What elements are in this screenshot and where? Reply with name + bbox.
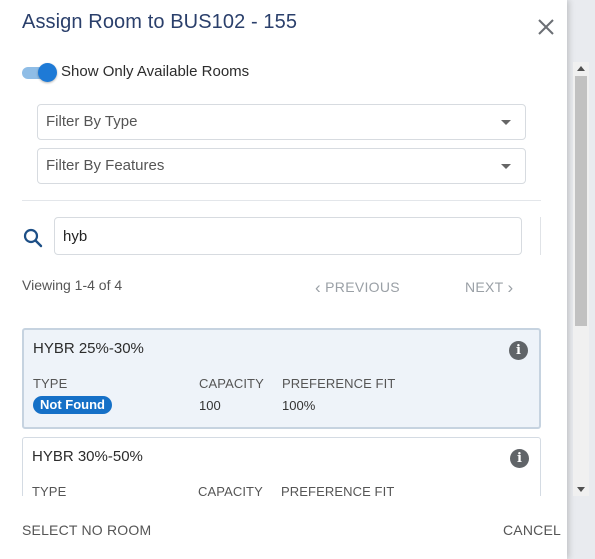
chevron-down-icon	[501, 120, 511, 125]
next-label: NEXT	[465, 279, 504, 295]
capacity-value: 100	[199, 398, 221, 413]
capacity-label: CAPACITY	[198, 484, 263, 496]
filter-by-type-placeholder: Filter By Type	[46, 113, 138, 130]
next-button[interactable]: NEXT ›	[465, 277, 513, 297]
preference-fit-label: PREFERENCE FIT	[282, 376, 396, 391]
close-icon[interactable]	[535, 16, 557, 38]
filter-by-features-placeholder: Filter By Features	[46, 157, 165, 174]
room-name: HYBR 25%-30%	[33, 340, 144, 357]
room-card[interactable]: HYBR 25%-30% i TYPE CAPACITY PREFERENCE …	[22, 328, 541, 429]
room-name: HYBR 30%-50%	[32, 448, 143, 465]
search-separator	[540, 217, 541, 255]
room-search-input[interactable]	[54, 217, 522, 255]
status-badge: Not Found	[33, 396, 112, 414]
scroll-down-icon[interactable]	[577, 487, 585, 492]
preference-fit-value: 100%	[282, 398, 316, 413]
scrollbar-thumb[interactable]	[575, 76, 587, 326]
previous-label: PREVIOUS	[325, 279, 400, 295]
type-label: TYPE	[32, 484, 67, 496]
toggle-label: Show Only Available Rooms	[61, 63, 250, 80]
chevron-down-icon	[501, 164, 511, 169]
vertical-scrollbar[interactable]	[573, 62, 589, 496]
filter-by-features-select[interactable]: Filter By Features	[37, 148, 526, 184]
info-icon[interactable]: i	[509, 341, 528, 360]
room-list: HYBR 25%-30% i TYPE CAPACITY PREFERENCE …	[0, 300, 567, 496]
cancel-button[interactable]: CANCEL	[503, 522, 561, 538]
chevron-right-icon: ›	[507, 278, 514, 297]
dialog-title: Assign Room to BUS102 - 155	[22, 11, 298, 33]
room-card[interactable]: HYBR 30%-50% i TYPE CAPACITY PREFERENCE …	[22, 437, 541, 496]
divider	[22, 200, 541, 201]
toggle-knob	[38, 63, 57, 82]
filter-by-type-select[interactable]: Filter By Type	[37, 104, 526, 140]
assign-room-dialog: Assign Room to BUS102 - 155 Show Only Av…	[0, 0, 567, 559]
type-label: TYPE	[33, 376, 68, 391]
preference-fit-label: PREFERENCE FIT	[281, 484, 395, 496]
search-icon	[23, 228, 43, 248]
info-icon[interactable]: i	[510, 449, 529, 468]
viewing-count: Viewing 1-4 of 4	[22, 277, 123, 293]
scroll-up-icon[interactable]	[577, 66, 585, 71]
previous-button[interactable]: ‹ PREVIOUS	[315, 277, 400, 297]
select-no-room-button[interactable]: SELECT NO ROOM	[22, 522, 151, 538]
capacity-label: CAPACITY	[199, 376, 264, 391]
available-rooms-toggle[interactable]	[22, 63, 57, 82]
chevron-left-icon: ‹	[315, 278, 321, 297]
